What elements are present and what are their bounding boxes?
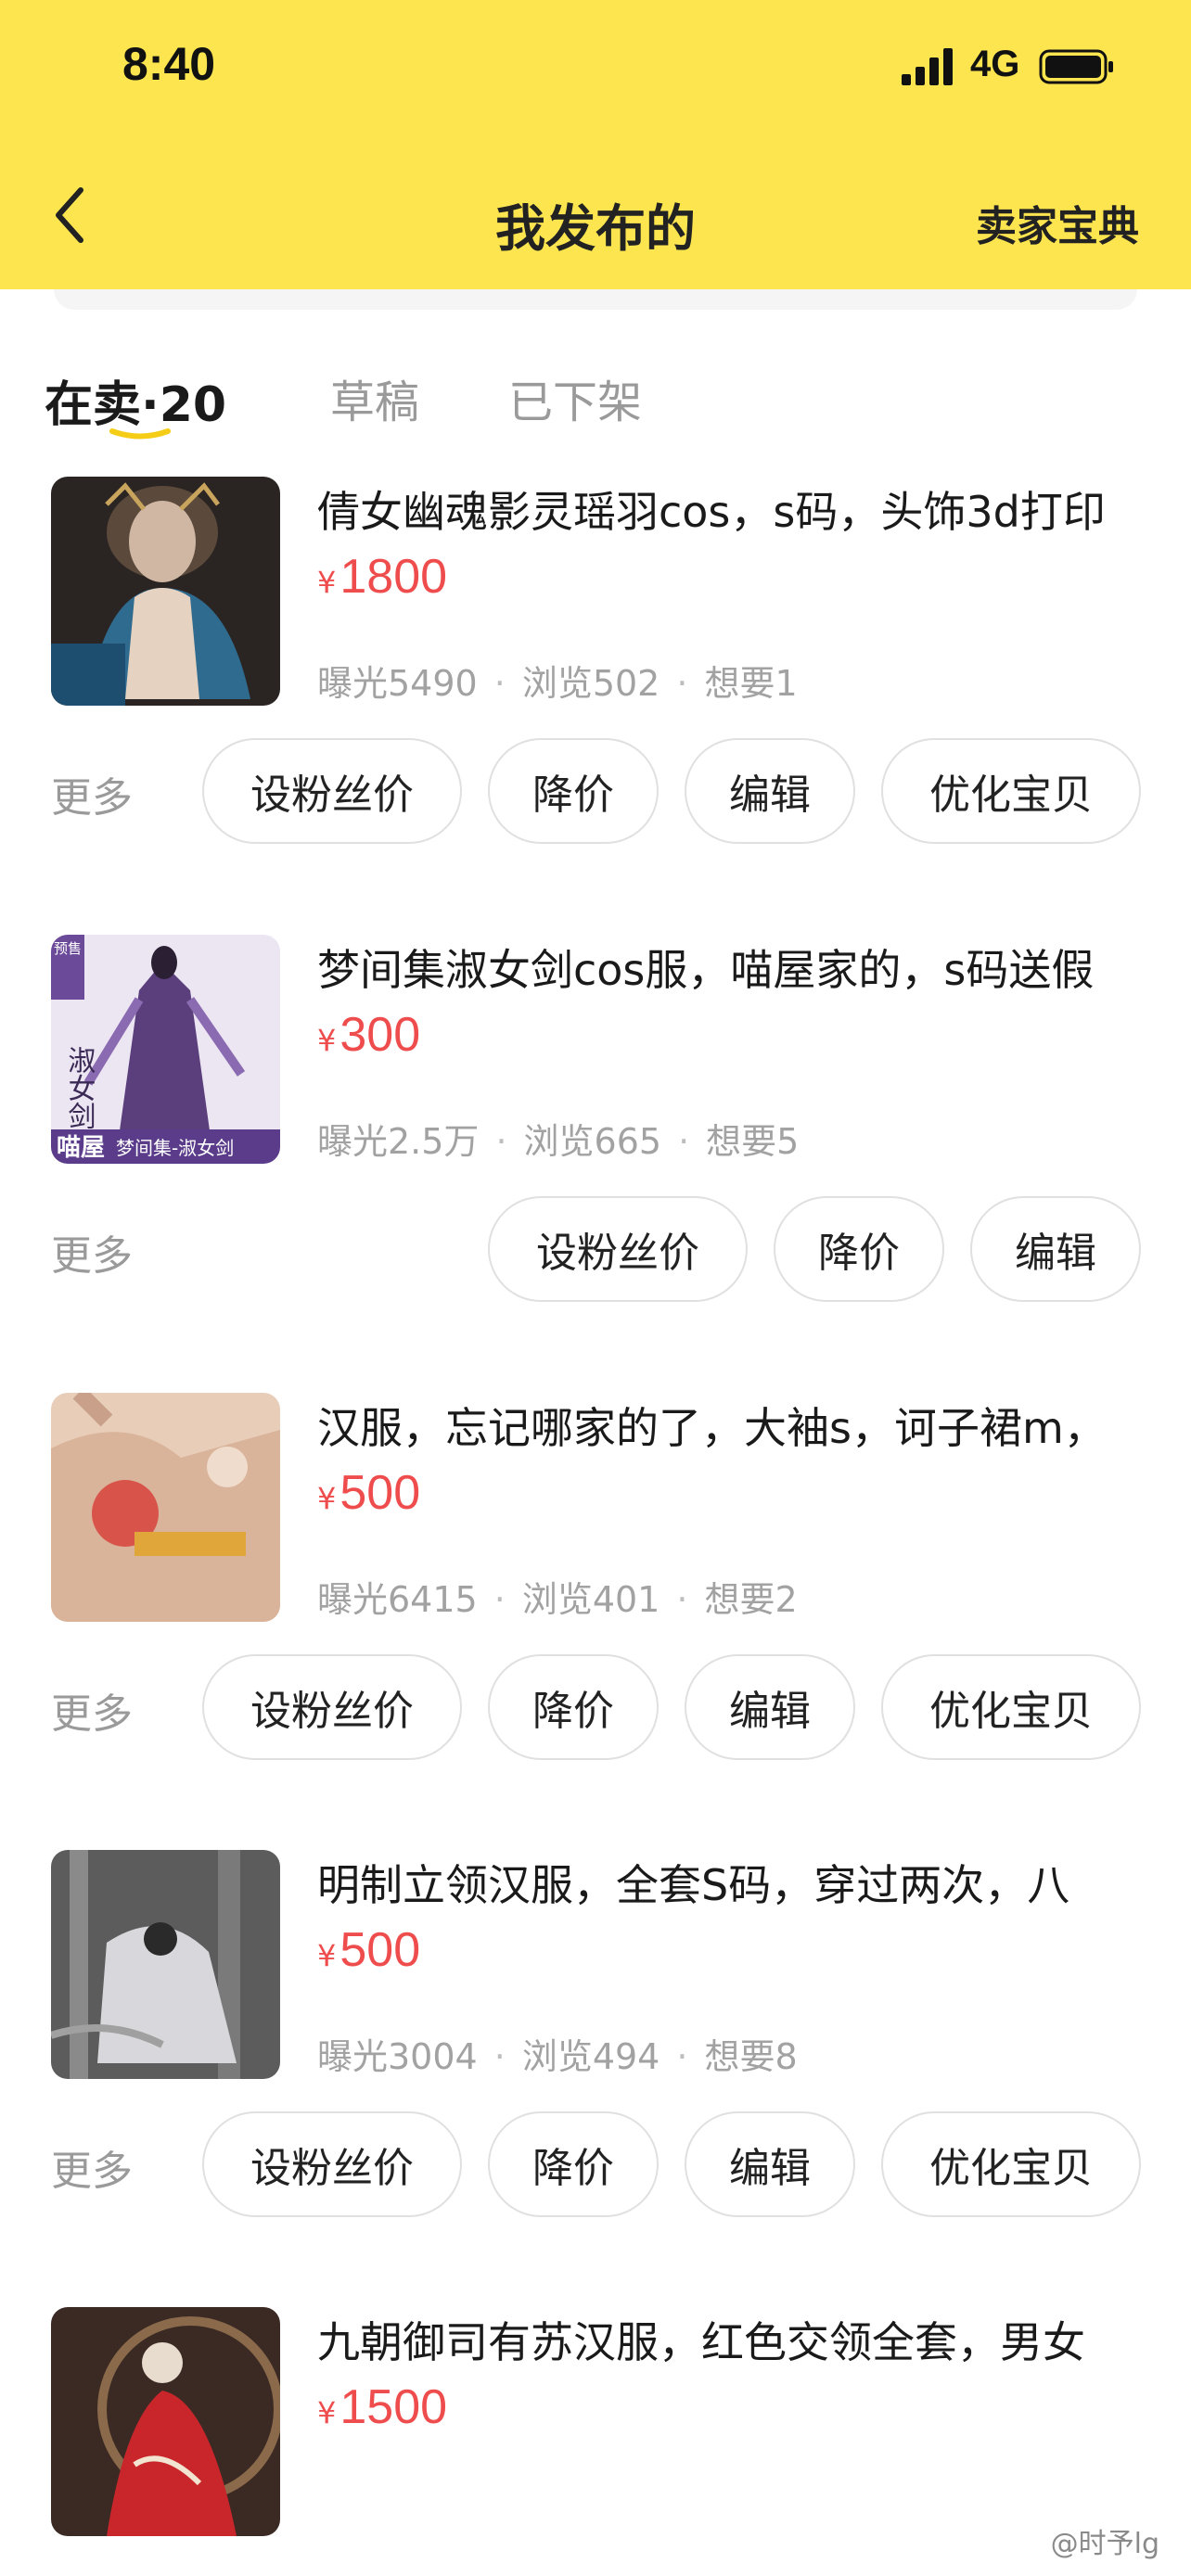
thumb-store-text: 喵屋 [57, 1134, 105, 1162]
item-title[interactable]: 九朝御司有苏汉服，红色交领全套，男女 [317, 2309, 1152, 2370]
item-title[interactable]: 汉服，忘记哪家的了，大袖s，诃子裙m， [317, 1395, 1152, 1456]
hanfu-photo-image [51, 2307, 280, 2536]
edit-button[interactable]: 编辑 [685, 1654, 855, 1760]
price-amount: 500 [339, 1466, 421, 1520]
item-title[interactable]: 明制立领汉服，全套S码，穿过两次，八 [317, 1852, 1152, 1913]
reduce-price-button[interactable]: 降价 [488, 2111, 659, 2217]
item-price: ¥500 [317, 1465, 420, 1521]
more-button[interactable]: 更多 [51, 1680, 133, 1740]
thumb-caption-text: 梦间集-淑女剑 [116, 1137, 234, 1159]
item-thumbnail[interactable] [51, 477, 280, 706]
nav-bar: 我发布的 卖家宝典 [0, 167, 1191, 269]
item-thumbnail[interactable]: 预售 淑女剑 喵屋 梦间集-淑女剑 [51, 935, 280, 1164]
listing-item[interactable]: 明制立领汉服，全套S码，穿过两次，八 ¥500 曝光3004 · 浏览494 · 想要8… [0, 1850, 1191, 2258]
status-time: 8:40 [122, 38, 216, 90]
price-amount: 1500 [339, 2380, 448, 2434]
exposure-count: 曝光2.5万 [317, 1121, 480, 1162]
reduce-price-button[interactable]: 降价 [488, 738, 659, 844]
exposure-count: 曝光5490 [317, 663, 478, 704]
price-amount: 1800 [339, 550, 448, 604]
exposure-count: 曝光3004 [317, 2036, 478, 2077]
signal-icon [902, 48, 953, 85]
exposure-count: 曝光6415 [317, 1579, 478, 1620]
item-thumbnail[interactable] [51, 1393, 280, 1622]
reduce-price-button[interactable]: 降价 [774, 1196, 944, 1302]
want-count: 想要2 [704, 1579, 798, 1620]
more-button[interactable]: 更多 [51, 1222, 133, 1282]
item-stats: 曝光2.5万 · 浏览665 · 想要5 [317, 1121, 800, 1162]
currency-symbol: ¥ [317, 1023, 337, 1058]
more-button[interactable]: 更多 [51, 764, 133, 823]
hanfu-photo-image [51, 1393, 280, 1622]
item-price: ¥300 [317, 1007, 420, 1063]
optimize-item-button[interactable]: 优化宝贝 [881, 1654, 1141, 1760]
view-count: 浏览665 [523, 1121, 662, 1162]
tab-drafts[interactable]: 草稿 [330, 365, 419, 430]
item-price: ¥1500 [317, 2379, 447, 2435]
optimize-item-button[interactable]: 优化宝贝 [881, 738, 1141, 844]
item-stats: 曝光6415 · 浏览401 · 想要2 [317, 1579, 798, 1620]
item-thumbnail[interactable] [51, 2307, 280, 2536]
view-count: 浏览502 [521, 663, 660, 704]
listing-item[interactable]: 预售 淑女剑 喵屋 梦间集-淑女剑 梦间集淑女剑cos服，喵屋家的，s码送假 ¥… [0, 935, 1191, 1343]
status-bar: 8:40 4G [0, 0, 1191, 139]
currency-symbol: ¥ [317, 1481, 337, 1516]
top-strip [54, 289, 1137, 310]
optimize-item-button[interactable]: 优化宝贝 [881, 2111, 1141, 2217]
item-stats: 曝光3004 · 浏览494 · 想要8 [317, 2036, 798, 2077]
content-panel: 在卖·20 草稿 已下架 倩女幽魂影灵瑶羽cos，s码，头饰3d打印 ¥1800… [0, 289, 1191, 2576]
listing-item[interactable]: 汉服，忘记哪家的了，大袖s，诃子裙m， ¥500 曝光6415 · 浏览401 · 想要… [0, 1393, 1191, 1801]
battery-icon [1039, 49, 1113, 84]
fan-price-button[interactable]: 设粉丝价 [202, 2111, 462, 2217]
currency-symbol: ¥ [317, 565, 337, 600]
want-count: 想要5 [706, 1121, 800, 1162]
costume-photo-image [51, 477, 280, 706]
tab-removed[interactable]: 已下架 [508, 365, 642, 430]
item-thumbnail[interactable] [51, 1850, 280, 2079]
item-price: ¥500 [317, 1922, 420, 1978]
watermark: @时予lg [1050, 2528, 1159, 2560]
listing-item[interactable]: 九朝御司有苏汉服，红色交领全套，男女 ¥1500 [0, 2307, 1191, 2576]
hanfu-photo-image [51, 1850, 280, 2079]
item-stats: 曝光5490 · 浏览502 · 想要1 [317, 663, 798, 704]
item-title[interactable]: 梦间集淑女剑cos服，喵屋家的，s码送假 [317, 937, 1152, 998]
more-button[interactable]: 更多 [51, 2137, 133, 2197]
fan-price-button[interactable]: 设粉丝价 [202, 1654, 462, 1760]
thumb-calligraphy-text: 淑女剑 [63, 1046, 96, 1129]
item-price: ¥1800 [317, 549, 447, 605]
tab-on-sale[interactable]: 在卖·20 [45, 365, 226, 435]
listing-item[interactable]: 倩女幽魂影灵瑶羽cos，s码，头饰3d打印 ¥1800 曝光5490 · 浏览502… [0, 477, 1191, 885]
tab-bar: 在卖·20 草稿 已下架 [45, 365, 1158, 449]
currency-symbol: ¥ [317, 2395, 337, 2430]
costume-poster-image: 预售 淑女剑 喵屋 梦间集-淑女剑 [51, 935, 280, 1164]
want-count: 想要8 [704, 2036, 798, 2077]
view-count: 浏览401 [521, 1579, 660, 1620]
fan-price-button[interactable]: 设粉丝价 [488, 1196, 748, 1302]
reduce-price-button[interactable]: 降价 [488, 1654, 659, 1760]
price-amount: 300 [339, 1008, 421, 1062]
want-count: 想要1 [704, 663, 798, 704]
header: 8:40 4G 我发布的 卖家宝典 [0, 0, 1191, 289]
item-title[interactable]: 倩女幽魂影灵瑶羽cos，s码，头饰3d打印 [317, 478, 1152, 540]
tab-active-indicator [109, 428, 171, 440]
network-label: 4G [970, 44, 1020, 84]
price-amount: 500 [339, 1923, 421, 1977]
currency-symbol: ¥ [317, 1938, 337, 1973]
thumb-badge-text: 预售 [54, 940, 82, 957]
fan-price-button[interactable]: 设粉丝价 [202, 738, 462, 844]
edit-button[interactable]: 编辑 [685, 2111, 855, 2217]
edit-button[interactable]: 编辑 [970, 1196, 1141, 1302]
view-count: 浏览494 [521, 2036, 660, 2077]
seller-guide-link[interactable]: 卖家宝典 [976, 193, 1139, 252]
edit-button[interactable]: 编辑 [685, 738, 855, 844]
